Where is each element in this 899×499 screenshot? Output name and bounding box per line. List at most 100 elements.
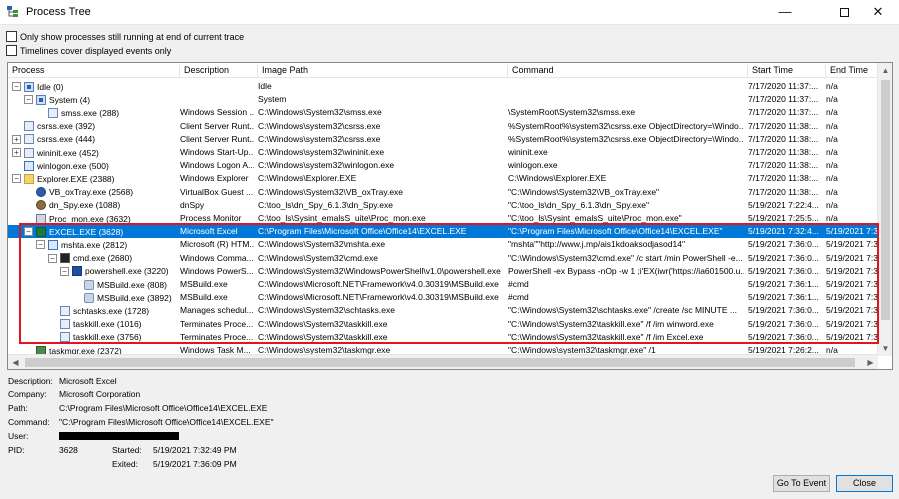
end-time-cell: n/a: [826, 160, 838, 171]
process-name: dn_Spy.exe (1088): [49, 200, 121, 211]
process-cell: csrss.exe (392): [12, 120, 95, 133]
process-cell: smss.exe (288): [36, 106, 119, 119]
detail-exited-label: Exited:: [112, 459, 138, 469]
command-cell: "C:\Windows\System32\VB_oxTray.exe": [508, 186, 660, 197]
description-cell: VirtualBox Guest ...: [180, 186, 254, 197]
scroll-right-icon[interactable]: ▶: [863, 355, 878, 369]
timelines-checkbox-row[interactable]: Timelines cover displayed events only: [6, 44, 171, 57]
horizontal-scroll-thumb[interactable]: [25, 358, 855, 367]
vertical-scroll-thumb[interactable]: [881, 80, 890, 320]
start-time-cell: 7/17/2020 11:38:...: [748, 147, 819, 157]
column-header-row: Process Description Image Path Command S…: [8, 63, 878, 78]
column-header-process[interactable]: Process: [8, 65, 180, 78]
command-cell: \SystemRoot\System32\smss.exe: [508, 107, 636, 118]
image-path-cell: Idle: [258, 81, 272, 91]
maximize-icon: [839, 8, 849, 17]
title-bar: Process Tree — ✕: [0, 0, 899, 25]
description-cell: Windows Explorer: [180, 173, 249, 184]
column-header-end-time[interactable]: End Time: [826, 65, 878, 78]
column-header-image-path[interactable]: Image Path: [258, 65, 508, 78]
only-running-label: Only show processes still running at end…: [20, 31, 245, 42]
description-cell: [180, 93, 254, 106]
start-time-cell: 7/17/2020 11:37:...: [748, 94, 819, 105]
detail-exited-row: Exited: 5/19/2021 7:36:09 PM: [8, 459, 308, 472]
close-button[interactable]: Close: [836, 475, 893, 492]
description-cell: Client Server Runt...: [180, 120, 254, 131]
image-path-cell: C:\Windows\System32\smss.exe: [258, 107, 382, 118]
process-row[interactable]: + wininit.exe (452) Windows Start-Up... C:\…: [8, 146, 878, 159]
process-row[interactable]: smss.exe (288) Windows Session ... C:\Wind…: [8, 106, 878, 119]
horizontal-scrollbar[interactable]: ◀ ▶: [8, 354, 878, 369]
close-window-button[interactable]: ✕: [857, 0, 899, 25]
only-running-checkbox[interactable]: [6, 31, 17, 42]
process-name: Explorer.EXE (2388): [37, 173, 115, 184]
process-row[interactable]: csrss.exe (392) Client Server Runt... C:\W…: [8, 120, 878, 133]
process-cell: + wininit.exe (452): [12, 146, 99, 159]
detail-user-label: User:: [8, 431, 29, 441]
collapse-icon[interactable]: −: [12, 82, 21, 91]
expand-icon[interactable]: +: [12, 148, 21, 157]
process-row[interactable]: VB_oxTray.exe (2568) VirtualBox Guest ...…: [8, 186, 878, 199]
redacted-user-value: [59, 432, 179, 440]
exe-process-icon: [24, 121, 34, 132]
image-path-cell: C:\Windows\system32\csrss.exe: [258, 133, 381, 144]
image-path-cell: C:\Windows\system32\winlogon.exe: [258, 160, 395, 171]
command-cell: %SystemRoot%\system32\csrss.exe ObjectDi…: [508, 133, 744, 144]
process-cell: VB_oxTray.exe (2568): [24, 186, 133, 199]
process-tree-app-icon: [7, 6, 19, 18]
close-icon: ✕: [872, 4, 884, 19]
process-row[interactable]: − System (4) System 7/17/2020 11:37:... n/a: [8, 93, 878, 106]
minimize-button[interactable]: —: [762, 0, 808, 25]
go-to-event-button[interactable]: Go To Event: [773, 475, 830, 492]
command-cell: [508, 93, 744, 106]
end-time-cell: n/a: [826, 199, 838, 210]
process-row[interactable]: − Idle (0) Idle 7/17/2020 11:37:... n/a: [8, 80, 878, 93]
process-row[interactable]: − Explorer.EXE (2388) Windows Explorer C:\W…: [8, 172, 878, 185]
scroll-left-icon[interactable]: ◀: [8, 355, 23, 369]
process-row[interactable]: winlogon.exe (500) Windows Logon A... C:\W…: [8, 159, 878, 172]
column-header-command[interactable]: Command: [508, 65, 748, 78]
window-title: Process Tree: [26, 6, 91, 18]
expand-icon[interactable]: +: [12, 134, 21, 144]
process-cell: − Idle (0): [12, 80, 63, 93]
start-time-cell: 7/17/2020 11:38:...: [748, 173, 819, 184]
image-path-cell: C:\Windows\system32\csrss.exe: [258, 120, 381, 131]
image-path-cell: C:\Windows\System32\VB_oxTray.exe: [258, 186, 404, 197]
column-header-start-time[interactable]: Start Time: [748, 65, 826, 78]
bug-process-icon: [36, 200, 46, 211]
collapse-icon[interactable]: −: [24, 95, 33, 105]
command-cell: winlogon.exe: [508, 160, 558, 171]
detail-command-label: Command:: [8, 417, 50, 427]
process-name: winlogon.exe (500): [37, 160, 109, 171]
command-cell: %SystemRoot%\system32\csrss.exe ObjectDi…: [508, 120, 744, 131]
vertical-scrollbar[interactable]: ▲ ▼: [877, 63, 892, 356]
detail-path-label: Path:: [8, 403, 28, 413]
exe-process-icon: [24, 147, 34, 158]
process-name: csrss.exe (392): [37, 121, 96, 132]
detail-company-label: Company:: [8, 389, 47, 399]
detail-path-value: C:\Program Files\Microsoft Office\Office…: [59, 403, 268, 413]
description-cell: Windows Start-Up...: [180, 147, 254, 157]
command-cell: [508, 80, 744, 93]
column-header-description[interactable]: Description: [180, 65, 258, 78]
only-running-checkbox-row[interactable]: Only show processes still running at end…: [6, 30, 244, 43]
end-time-cell: n/a: [826, 120, 838, 131]
process-cell: winlogon.exe (500): [12, 159, 109, 172]
process-row[interactable]: dn_Spy.exe (1088) dnSpy C:\too_ls\dn_Spy_6…: [8, 199, 878, 212]
detail-company-value: Microsoft Corporation: [59, 389, 141, 399]
description-cell: Windows Logon A...: [180, 160, 254, 171]
image-path-cell: C:\Windows\Explorer.EXE: [258, 173, 357, 184]
scroll-up-icon[interactable]: ▲: [878, 63, 892, 78]
sys-process-icon: [24, 81, 34, 92]
vb-process-icon: [36, 187, 46, 198]
process-name: Proc_mon.exe (3632): [49, 213, 131, 224]
timelines-checkbox[interactable]: [6, 45, 17, 56]
process-name: wininit.exe (452): [37, 147, 99, 158]
start-time-cell: 5/19/2021 7:22:4...: [748, 199, 819, 210]
detail-description-label: Description:: [8, 376, 53, 386]
detail-pid-value: 3628: [59, 445, 78, 455]
process-row[interactable]: + csrss.exe (444) Client Server Runt... C:\…: [8, 133, 878, 146]
scroll-down-icon[interactable]: ▼: [878, 341, 892, 356]
collapse-icon[interactable]: −: [12, 174, 21, 184]
end-time-cell: n/a: [826, 107, 838, 118]
